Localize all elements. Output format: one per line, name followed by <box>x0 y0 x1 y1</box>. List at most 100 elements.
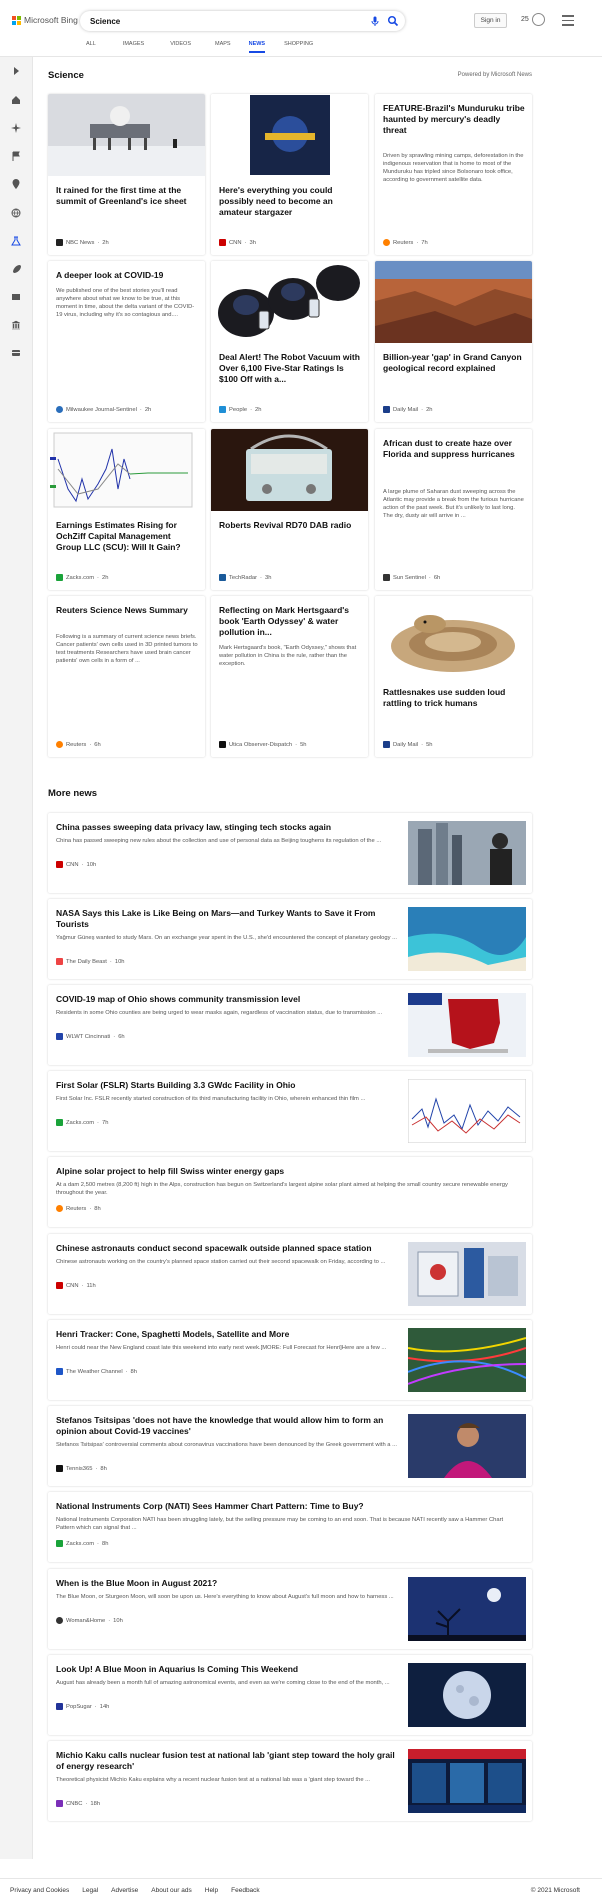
news-card[interactable]: FEATURE-Brazil's Munduruku tribe haunted… <box>375 94 532 255</box>
footer-link-about-ads[interactable]: About our ads <box>151 1887 191 1894</box>
search-tabs: ALL IMAGES VIDEOS MAPS NEWS SHOPPING <box>86 40 313 53</box>
tab-videos[interactable]: VIDEOS <box>170 40 191 53</box>
news-card[interactable]: Earnings Estimates Rising for OchZiff Ca… <box>48 429 205 590</box>
item-title[interactable]: Michio Kaku calls nuclear fusion test at… <box>56 1750 401 1772</box>
source-logo-icon <box>56 406 63 413</box>
card-title[interactable]: Reuters Science News Summary <box>56 605 198 616</box>
sign-in-button[interactable]: Sign in <box>474 13 507 28</box>
more-news-item[interactable]: Henri Tracker: Cone, Spaghetti Models, S… <box>48 1320 532 1400</box>
card-description: We published one of the best stories you… <box>56 288 195 318</box>
sparkle-icon[interactable] <box>11 123 21 133</box>
search-icon[interactable] <box>387 15 399 27</box>
source-name: The Weather Channel <box>66 1368 123 1375</box>
news-card[interactable]: Reuters Science News Summary Following i… <box>48 596 205 757</box>
bank-icon[interactable] <box>11 320 21 330</box>
menu-icon[interactable] <box>562 15 574 26</box>
card-title[interactable]: Deal Alert! The Robot Vacuum with Over 6… <box>219 352 361 385</box>
full-moon-image[interactable] <box>408 1663 526 1727</box>
card-title[interactable]: FEATURE-Brazil's Munduruku tribe haunted… <box>383 103 525 136</box>
item-title[interactable]: Chinese astronauts conduct second spacew… <box>56 1243 401 1254</box>
more-news-item[interactable]: When is the Blue Moon in August 2021? Th… <box>48 1569 532 1649</box>
tab-images[interactable]: IMAGES <box>123 40 144 53</box>
news-card[interactable]: It rained for the first time at the summ… <box>48 94 205 255</box>
rewards-button[interactable]: 25 <box>521 13 545 26</box>
more-news-item[interactable]: COVID-19 map of Ohio shows community tra… <box>48 985 532 1065</box>
item-title[interactable]: COVID-19 map of Ohio shows community tra… <box>56 994 401 1005</box>
card-title[interactable]: It rained for the first time at the summ… <box>56 185 198 207</box>
footer-link-help[interactable]: Help <box>205 1887 218 1894</box>
footer-link-advertise[interactable]: Advertise <box>111 1887 138 1894</box>
rocket-icon[interactable] <box>11 264 21 274</box>
space-station-image[interactable] <box>408 1242 526 1306</box>
more-news-item[interactable]: First Solar (FSLR) Starts Building 3.3 G… <box>48 1071 532 1151</box>
tennis-player-image[interactable] <box>408 1414 526 1478</box>
more-news-item[interactable]: Chinese astronauts conduct second spacew… <box>48 1234 532 1314</box>
news-card[interactable]: Billion-year 'gap' in Grand Canyon geolo… <box>375 261 532 422</box>
news-card[interactable]: Deal Alert! The Robot Vacuum with Over 6… <box>211 261 368 422</box>
card-title[interactable]: Reflecting on Mark Hertsgaard's book 'Ea… <box>219 605 361 638</box>
blue-moon-tree-image[interactable] <box>408 1577 526 1641</box>
more-news-item[interactable]: NASA Says this Lake is Like Being on Mar… <box>48 899 532 979</box>
stock-chart-image <box>48 429 205 511</box>
news-card[interactable]: Roberts Revival RD70 DAB radio TechRadar… <box>211 429 368 590</box>
tab-shopping[interactable]: SHOPPING <box>284 40 313 53</box>
news-card[interactable]: Here's everything you could possibly nee… <box>211 94 368 255</box>
news-card[interactable]: A deeper look at COVID-19 We published o… <box>48 261 205 422</box>
item-title[interactable]: China passes sweeping data privacy law, … <box>56 822 401 833</box>
tab-news[interactable]: NEWS <box>248 40 266 53</box>
card-title[interactable]: African dust to create haze over Florida… <box>383 438 525 460</box>
stock-chart-thumb[interactable] <box>408 1079 526 1143</box>
bing-logo[interactable]: Microsoft Bing <box>12 15 78 25</box>
card-description: A large plume of Saharan dust sweeping a… <box>383 489 524 519</box>
footer-link-legal[interactable]: Legal <box>82 1887 98 1894</box>
news-card[interactable]: African dust to create haze over Florida… <box>375 429 532 590</box>
turquoise-lake-image[interactable] <box>408 907 526 971</box>
item-title[interactable]: When is the Blue Moon in August 2021? <box>56 1578 401 1589</box>
microphone-icon[interactable] <box>369 15 381 27</box>
card-title[interactable]: Billion-year 'gap' in Grand Canyon geolo… <box>383 352 525 374</box>
more-news-item[interactable]: National Instruments Corp (NATI) Sees Ha… <box>48 1492 532 1562</box>
card-title[interactable]: Rattlesnakes use sudden loud rattling to… <box>383 687 525 709</box>
source-logo-icon <box>56 958 63 965</box>
card-title[interactable]: Earnings Estimates Rising for OchZiff Ca… <box>56 520 198 553</box>
home-icon[interactable] <box>11 95 21 105</box>
globe-icon[interactable] <box>11 208 21 218</box>
china-skyscrapers-image[interactable] <box>408 821 526 885</box>
source-name: Woman&Home <box>66 1617 106 1624</box>
location-icon[interactable] <box>11 179 21 189</box>
card-icon[interactable] <box>11 348 21 358</box>
more-news-item[interactable]: China passes sweeping data privacy law, … <box>48 813 532 893</box>
more-news-item[interactable]: Alpine solar project to help fill Swiss … <box>48 1157 532 1227</box>
more-news-item[interactable]: Look Up! A Blue Moon in Aquarius Is Comi… <box>48 1655 532 1735</box>
item-title[interactable]: National Instruments Corp (NATI) Sees Ha… <box>56 1501 401 1512</box>
footer-link-privacy[interactable]: Privacy and Cookies <box>10 1887 69 1894</box>
tab-all[interactable]: ALL <box>86 40 96 53</box>
item-title[interactable]: Henri Tracker: Cone, Spaghetti Models, S… <box>56 1329 401 1340</box>
item-title[interactable]: First Solar (FSLR) Starts Building 3.3 G… <box>56 1080 401 1091</box>
time-ago: 10h <box>114 958 125 965</box>
science-icon[interactable] <box>11 236 21 246</box>
news-card[interactable]: Reflecting on Mark Hertsgaard's book 'Ea… <box>211 596 368 757</box>
flag-icon[interactable] <box>11 151 21 161</box>
footer-link-feedback[interactable]: Feedback <box>231 1887 260 1894</box>
search-input[interactable] <box>90 14 350 28</box>
time-ago: 7h <box>101 1119 109 1126</box>
spaghetti-models-image[interactable] <box>408 1328 526 1392</box>
tab-maps[interactable]: MAPS <box>215 40 231 53</box>
card-title[interactable]: Roberts Revival RD70 DAB radio <box>219 520 361 531</box>
item-title[interactable]: NASA Says this Lake is Like Being on Mar… <box>56 908 401 930</box>
source-logo-icon <box>56 574 63 581</box>
source-logo-icon <box>383 406 390 413</box>
more-news-item[interactable]: Michio Kaku calls nuclear fusion test at… <box>48 1741 532 1821</box>
card-title[interactable]: A deeper look at COVID-19 <box>56 270 198 281</box>
expand-icon[interactable] <box>11 66 21 76</box>
ohio-map-image[interactable] <box>408 993 526 1057</box>
tv-icon[interactable] <box>11 292 21 302</box>
more-news-item[interactable]: Stefanos Tsitsipas 'does not have the kn… <box>48 1406 532 1486</box>
card-title[interactable]: Here's everything you could possibly nee… <box>219 185 361 218</box>
item-title[interactable]: Stefanos Tsitsipas 'does not have the kn… <box>56 1415 401 1437</box>
fusion-broadcast-image[interactable] <box>408 1749 526 1813</box>
item-title[interactable]: Look Up! A Blue Moon in Aquarius Is Comi… <box>56 1664 401 1675</box>
item-title[interactable]: Alpine solar project to help fill Swiss … <box>56 1166 401 1177</box>
news-card[interactable]: Rattlesnakes use sudden loud rattling to… <box>375 596 532 757</box>
